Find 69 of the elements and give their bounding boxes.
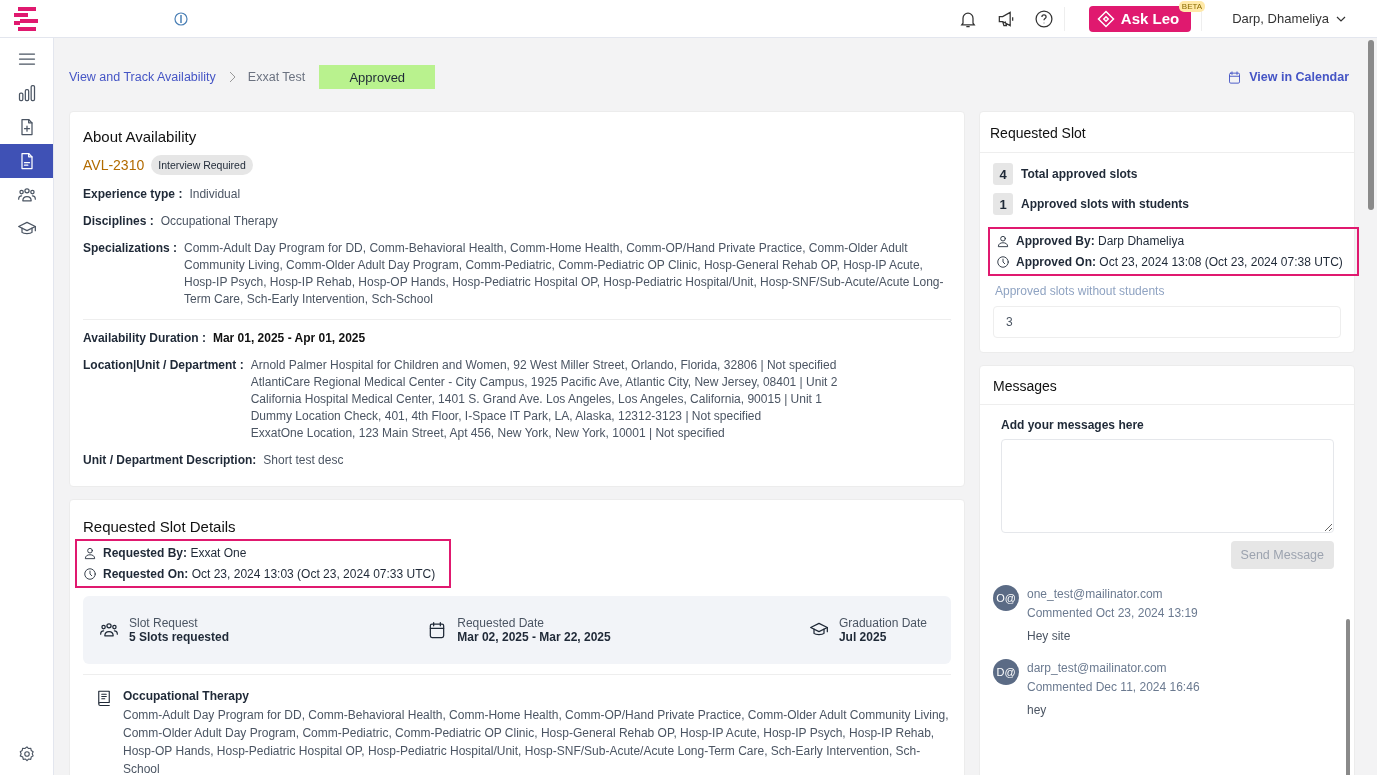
beta-badge: BETA [1178, 0, 1206, 12]
message-field[interactable] [1001, 439, 1334, 533]
stat-label: Total approved slots [1021, 167, 1138, 181]
card-title: Messages [980, 366, 1354, 405]
field-value: Mar 01, 2025 - Apr 01, 2025 [212, 330, 366, 347]
user-menu[interactable]: Darp, Dhameliya [1226, 10, 1353, 27]
comment-text: hey [1027, 703, 1048, 717]
meta-text: Approved On: Oct 23, 2024 13:08 (Oct 23, 2024 07:38 UTC) [1016, 255, 1343, 269]
input-label: Add your messages here [1001, 418, 1145, 432]
card-title: About Availability [83, 128, 198, 145]
comment-meta: Commented Oct 23, 2024 13:19 [1027, 605, 1198, 622]
comment-author: one_test@mailinator.com [1027, 586, 1164, 603]
avatar: O@ [993, 585, 1019, 611]
help-icon[interactable] [1033, 8, 1054, 29]
field-label: Availability Duration : [83, 330, 206, 347]
summary-value: Mar 02, 2025 - Mar 22, 2025 [457, 630, 611, 644]
person-icon [996, 234, 1010, 248]
stat-label: Approved slots with students [1021, 197, 1189, 211]
field-label: Specializations : [83, 240, 178, 257]
field-value: California Hospital Medical Center, 1401 S. Grand Ave. Los Angeles, Los Angeles, California, 90015 | Unit 1 [250, 391, 823, 408]
comment-text: Hey site [1027, 629, 1072, 643]
sidebar-item[interactable] [0, 144, 53, 178]
field-value: Dummy Location Check, 401, 4th Floor, I-Space IT Park, LA, Alaska, 12312-3123 | Not specified [250, 408, 763, 425]
card-title: Requested Slot [980, 112, 1354, 153]
breadcrumb-current: Exxat Test [247, 70, 306, 84]
calendar-icon [1227, 69, 1243, 85]
field-value: Individual [189, 186, 241, 203]
field-value: AtlantiCare Regional Medical Center - City Campus, 1925 Pacific Ave, Atlantic City, New Jersey, 08401 | Unit 2 [250, 374, 838, 391]
field-value: Short test desc [263, 452, 344, 469]
field-label: Approved slots without students [995, 284, 1166, 298]
field-label: Unit / Department Description: [83, 452, 257, 469]
meta-text: Requested On: Oct 23, 2024 13:03 (Oct 23, 2024 07:33 UTC) [103, 567, 436, 581]
count-badge: 4 [993, 163, 1013, 185]
field-label: Location|Unit / Department : [83, 357, 244, 374]
emblem-icon [173, 10, 189, 27]
summary-label: Graduation Date [838, 616, 927, 630]
status-badge: Approved [319, 65, 436, 89]
field-value: Arnold Palmer Hospital for Children and Women, 92 West Miller Street, Orlando, Florida, 32806 | Not specified [250, 357, 838, 374]
meta-text: Requested By: Exxat One [103, 546, 247, 560]
card-title: Requested Slot Details [83, 518, 237, 535]
comment-meta: Commented Dec 11, 2024 16:46 [1027, 679, 1200, 696]
logo-icon[interactable] [14, 5, 38, 32]
summary-label: Slot Request [129, 616, 199, 630]
specializations-text: Comm-Adult Day Program for DD, Comm-Behavioral Health, Comm-Home Health, Comm-OP/Hand Private Practice, Comm-Older Adult Community Living, Comm-Older Adult Day Program, Comm-Pediatric, Comm-Pediatric OP Clinic, Hosp-General Rehab OP, Hosp-IP Acute, Hosp-IP Psych, Hosp-IP Rehab, Hosp-OP Hands, Hosp-Pediatric Hospital OP, Hosp-Pediatric Hospital/Unit, Hosp-SNF/Sub-Acute/Acute Long-Term Care, Sch-Early Intervention, Sch-School [123, 707, 950, 775]
summary-value: Jul 2025 [838, 630, 888, 644]
person-icon [83, 546, 97, 560]
tag: Interview Required [151, 155, 253, 175]
meta-text: Approved By: Darp Dhameliya [1016, 234, 1185, 248]
comment-author: darp_test@mailinator.com [1027, 660, 1168, 677]
bar-chart-icon [16, 83, 37, 103]
settings-icon [17, 745, 36, 763]
discipline-title: Occupational Therapy [123, 689, 251, 703]
summary-value: 5 Slots requested [129, 630, 230, 644]
field-label: Experience type : [83, 186, 183, 203]
view-calendar-link[interactable]: View in Calendar [1221, 68, 1355, 86]
field-value: Occupational Therapy [160, 213, 278, 230]
summary-label: Requested Date [457, 616, 545, 630]
breadcrumb-link[interactable]: View and Track Availability [69, 70, 216, 84]
avatar: D@ [993, 659, 1019, 685]
diamond-icon [1096, 9, 1115, 28]
slots-field: 3 [993, 306, 1341, 338]
book-icon [95, 689, 113, 707]
clock-icon [83, 567, 97, 581]
availability-id: AVL-2310 [83, 157, 145, 173]
field-value: ExxatOne Location, 123 Main Street, Apt 456, New York, New York, 10001 | Not specified [250, 425, 726, 442]
field-value: Comm-Adult Day Program for DD, Comm-Behavioral Health, Comm-Home Health, Comm-OP/Hand Private Practice, Comm-Older Adult Community Living, Comm-Older Adult Day Program, Comm-Pediatric, Comm-Pediatric OP Clinic, Hosp-General Rehab OP, Hosp-IP Acute, Hosp-IP Psych, Hosp-IP Rehab, Hosp-OP Hands, Hosp-Pediatric Hospital OP, Hosp-Pediatric Hospital/Unit, Hosp-SNF/Sub-Acute/Acute Long-Term Care, Sch-Early Intervention, Sch-School [184, 240, 945, 308]
field-label: Disciplines : [83, 213, 154, 230]
count-badge: 1 [993, 193, 1013, 215]
clock-icon [996, 255, 1010, 269]
